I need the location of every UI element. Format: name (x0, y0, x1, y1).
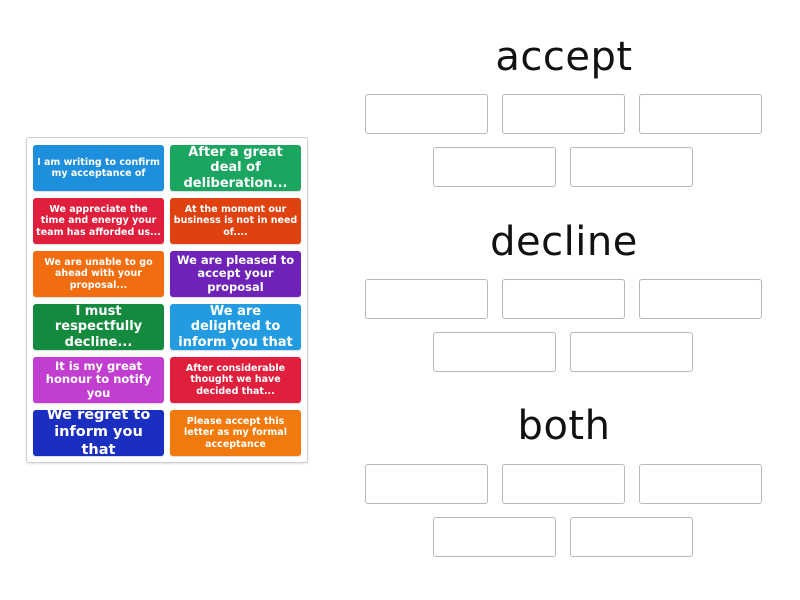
tile-formal-acceptance[interactable]: Please accept this letter as my formal a… (170, 410, 301, 456)
tile-label: We regret to inform you that (46, 407, 151, 458)
drop-slot-both[interactable] (639, 464, 762, 504)
tile-appreciate-time[interactable]: We appreciate the time and energy your t… (33, 198, 164, 244)
drop-slot-both[interactable] (502, 464, 625, 504)
drop-slot-both[interactable] (365, 464, 488, 504)
tile-respectfully-decline[interactable]: I must respectfully decline... (33, 304, 164, 350)
tile-confirm-acceptance[interactable]: I am writing to confirm my acceptance of (33, 145, 164, 191)
drop-slot-accept[interactable] (639, 94, 762, 134)
tile-pleased-to-accept[interactable]: We are pleased to accept your proposal (170, 251, 301, 297)
drop-slot-both[interactable] (570, 517, 693, 557)
tile-great-honour[interactable]: It is my great honour to notify you (33, 357, 164, 403)
tile-great-deal-deliberation[interactable]: After a great deal of deliberation... (170, 145, 301, 191)
group-sort-activity: I am writing to confirm my acceptance of… (0, 0, 800, 600)
tile-label: After considerable thought we have decid… (185, 363, 286, 397)
group-title-decline: decline (490, 219, 638, 265)
tile-considerable-thought[interactable]: After considerable thought we have decid… (170, 357, 301, 403)
drop-slot-accept[interactable] (433, 147, 556, 187)
tile-label: We are pleased to accept your proposal (176, 252, 295, 294)
drop-slot-decline[interactable] (570, 332, 693, 372)
tile-unable-go-ahead[interactable]: We are unable to go ahead with your prop… (33, 251, 164, 297)
tile-label: I am writing to confirm my acceptance of (37, 156, 160, 179)
drop-slot-accept[interactable] (502, 94, 625, 134)
drop-slot-decline[interactable] (502, 279, 625, 319)
tile-not-in-need[interactable]: At the moment our business is not in nee… (170, 198, 301, 244)
tile-label: Please accept this letter as my formal a… (184, 416, 287, 450)
tile-label: We are delighted to inform you that (178, 304, 293, 350)
drop-slot-accept[interactable] (570, 147, 693, 187)
drop-slot-accept[interactable] (365, 94, 488, 134)
drop-slot-both[interactable] (433, 517, 556, 557)
tile-label: After a great deal of deliberation... (183, 145, 288, 191)
drop-slot-decline[interactable] (639, 279, 762, 319)
tile-label: At the moment our business is not in nee… (173, 204, 298, 238)
drop-slot-decline[interactable] (433, 332, 556, 372)
group-title-both: both (517, 403, 611, 449)
group-title-accept: accept (495, 34, 633, 80)
tile-label: I must respectfully decline... (54, 304, 143, 350)
tile-label: We appreciate the time and energy your t… (36, 204, 161, 238)
tile-label: We are unable to go ahead with your prop… (44, 257, 153, 291)
tile-regret-to-inform[interactable]: We regret to inform you that (33, 407, 164, 458)
drop-slot-decline[interactable] (365, 279, 488, 319)
tile-label: It is my great honour to notify you (45, 358, 152, 400)
tile-delighted-to-inform[interactable]: We are delighted to inform you that (170, 304, 301, 350)
